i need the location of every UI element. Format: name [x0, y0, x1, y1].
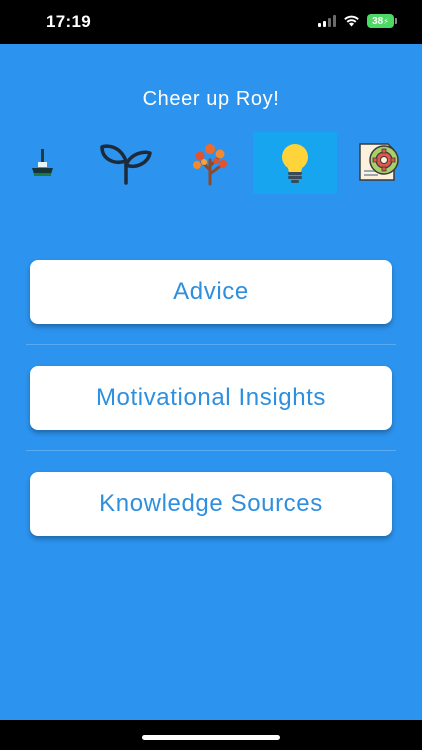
home-indicator[interactable]: [142, 735, 280, 740]
divider: [26, 344, 396, 345]
main-screen: Cheer up Roy! Advice Motivational Insigh…: [0, 44, 422, 720]
greeting-title: Cheer up Roy!: [142, 88, 280, 110]
autumn-tree-icon: [193, 144, 227, 186]
wifi-icon: [344, 15, 359, 27]
divider: [26, 450, 396, 451]
motivational-insights-button[interactable]: Motivational Insights: [30, 366, 392, 430]
home-bar-area: [0, 720, 422, 750]
knowledge-sources-button[interactable]: Knowledge Sources: [30, 472, 392, 536]
status-bar: 17:19 38 ⚡: [0, 0, 422, 44]
status-icons: 38 ⚡: [318, 14, 397, 28]
battery-level: 38: [372, 15, 384, 27]
cellular-signal-icon: [318, 15, 336, 27]
category-tab-autumn-tree[interactable]: [168, 132, 252, 194]
sprout-icon: [100, 144, 152, 185]
category-tab-broom[interactable]: [0, 132, 84, 194]
category-icon-strip: [0, 132, 422, 196]
advice-button[interactable]: Advice: [30, 260, 392, 324]
category-tab-sprout[interactable]: [84, 132, 168, 194]
lightbulb-icon: [282, 144, 308, 183]
battery-icon: 38 ⚡: [367, 14, 397, 28]
status-time: 17:19: [46, 12, 91, 31]
gear-document-icon: [359, 143, 399, 181]
category-tab-gear-document[interactable]: [337, 132, 421, 194]
category-tab-lightbulb[interactable]: [253, 132, 337, 194]
broom-icon: [32, 149, 53, 176]
